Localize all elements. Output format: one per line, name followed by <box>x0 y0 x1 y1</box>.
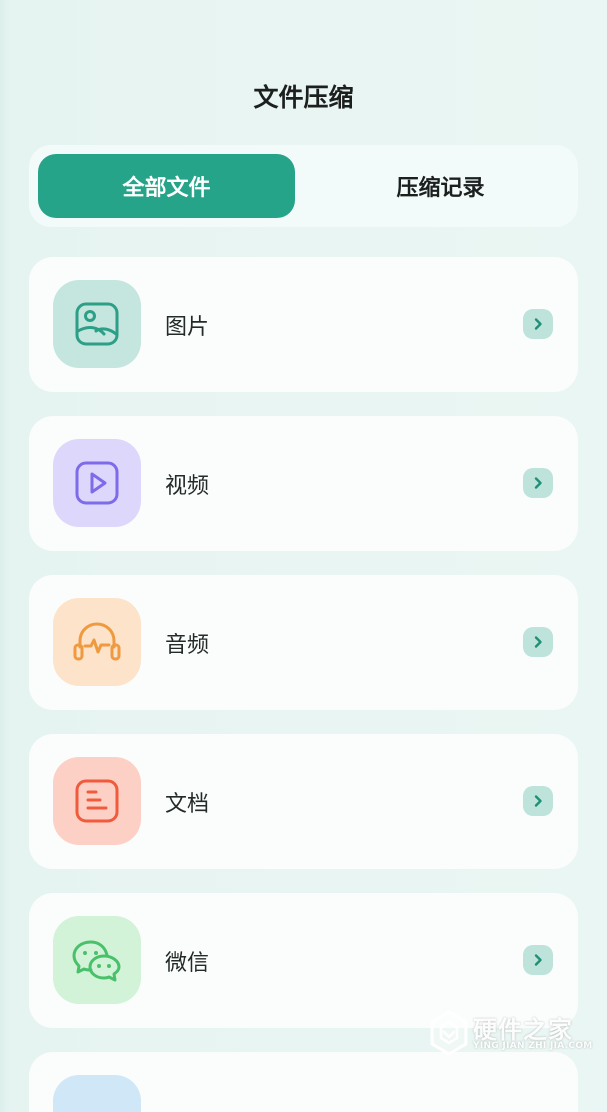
category-label: 微信 <box>165 950 210 976</box>
video-icon-tile <box>53 439 141 527</box>
category-label: 文档 <box>165 791 210 817</box>
page-title: 文件压缩 <box>253 83 354 112</box>
category-item-videos[interactable]: 视频 <box>29 416 578 551</box>
wechat-icon-tile <box>53 916 141 1004</box>
category-label: 视频 <box>165 473 210 499</box>
audio-icon-tile <box>53 598 141 686</box>
document-icon <box>75 779 119 823</box>
tab-all-files[interactable]: 全部文件 <box>38 154 295 218</box>
wechat-icon <box>72 940 121 982</box>
headphones-icon <box>73 622 121 661</box>
category-item-partial[interactable] <box>29 1052 578 1112</box>
category-item-documents[interactable]: 文档 <box>29 734 578 869</box>
chevron-right-icon <box>523 468 553 498</box>
category-list: 图片 视频 音频 文档 微信 <box>29 257 578 1112</box>
chevron-right-icon <box>523 786 553 816</box>
category-item-audio[interactable]: 音频 <box>29 575 578 710</box>
image-icon <box>75 302 119 346</box>
category-item-wechat[interactable]: 微信 <box>29 893 578 1028</box>
document-icon-tile <box>53 757 141 845</box>
watermark-name: 硬件之家 <box>473 1016 573 1044</box>
chevron-right-icon <box>523 309 553 339</box>
tab-compress-history[interactable]: 压缩记录 <box>312 154 569 218</box>
tab-bar: 全部文件 压缩记录 <box>29 145 578 227</box>
partial-icon-tile <box>53 1075 141 1112</box>
category-label: 图片 <box>165 314 210 340</box>
chevron-right-icon <box>523 627 553 657</box>
watermark-logo-icon <box>430 1010 468 1056</box>
watermark-url: YING JIAN ZHI JIA.COM <box>473 1041 593 1051</box>
category-item-images[interactable]: 图片 <box>29 257 578 392</box>
watermark: 硬件之家 YING JIAN ZHI JIA.COM <box>429 1010 592 1060</box>
video-play-icon <box>75 461 119 505</box>
image-icon-tile <box>53 280 141 368</box>
chevron-right-icon <box>523 945 553 975</box>
category-label: 音频 <box>165 632 210 658</box>
